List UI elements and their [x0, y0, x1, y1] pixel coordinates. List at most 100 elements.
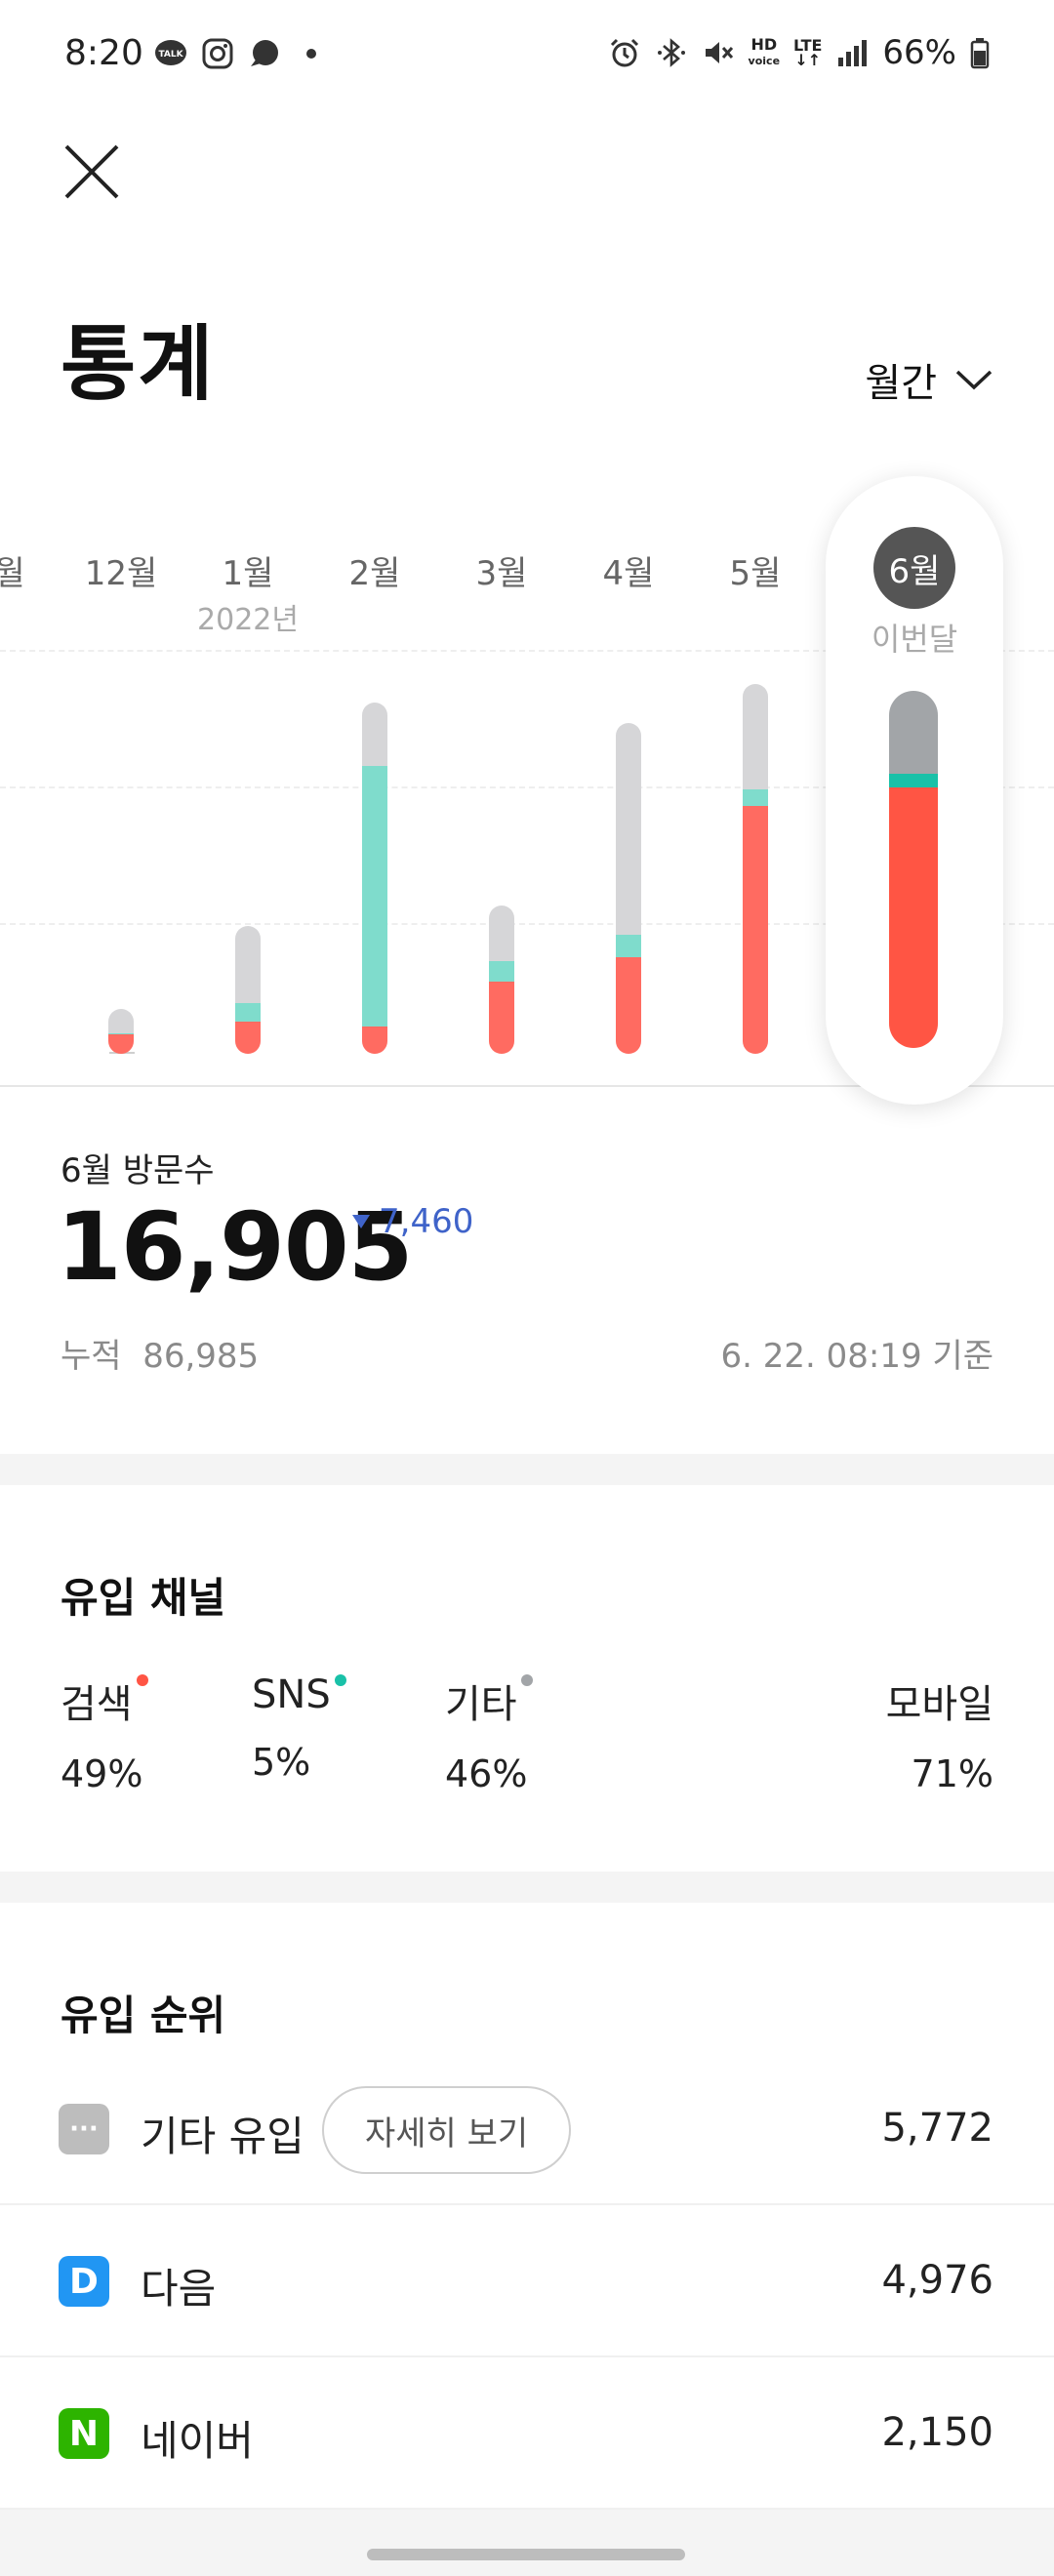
bluetooth-icon	[655, 36, 688, 69]
month-label-5[interactable]: 4월	[603, 546, 655, 594]
cumulative-visits: 누적 86,985	[61, 1329, 259, 1377]
current-month-highlight[interactable]: 6월 이번달	[826, 476, 1003, 1105]
mute-icon	[702, 36, 735, 69]
bar-segment-search	[743, 806, 768, 1054]
bar-4[interactable]	[489, 906, 514, 1054]
bar-segment-search	[616, 956, 641, 1054]
channels-title: 유입 채널	[61, 1574, 226, 1622]
bar-segment-other	[489, 906, 514, 961]
channel-mobile-label: 모바일	[885, 1682, 993, 1727]
as-of-timestamp: 6. 22. 08:19 기준	[720, 1337, 993, 1376]
status-time: 8:20	[64, 33, 143, 73]
ranking-row-other[interactable]: ··· 기타 유입 자세히 보기 5,772	[0, 2053, 1054, 2205]
channel-search-dot	[136, 1674, 148, 1686]
ranking-name: 네이버	[141, 2417, 254, 2465]
period-dropdown[interactable]: 월간	[865, 351, 993, 408]
ranking-value: 2,150	[881, 2410, 993, 2455]
daum-icon: D	[59, 2256, 109, 2307]
talk-badge-text: TALK	[158, 50, 183, 60]
channel-sns-dot	[334, 1674, 346, 1686]
section-divider	[0, 1872, 1054, 1903]
month-label-3[interactable]: 2월	[349, 546, 401, 594]
close-button[interactable]	[62, 142, 121, 201]
bar-segment-sns	[616, 935, 641, 957]
channel-search-value: 49%	[61, 1752, 143, 1795]
month-label-4[interactable]: 3월	[476, 546, 528, 594]
bar-segment-search	[889, 787, 938, 1048]
channel-search: 검색 49%	[61, 1672, 148, 1795]
ranking-title: 유입 순위	[61, 1992, 226, 2039]
bar-5[interactable]	[616, 723, 641, 1054]
status-notification-icons: TALK	[154, 37, 328, 70]
bar-1[interactable]	[108, 1009, 134, 1054]
cumulative-label: 누적	[61, 1337, 122, 1376]
hd-voice-indicator: HD voice	[749, 37, 780, 68]
bar-segment-sns	[235, 1002, 261, 1023]
month-label-0[interactable]: 월	[0, 546, 25, 594]
status-bar: 8:20 TALK HD voice LTE ↓↑ 66%	[0, 0, 1054, 115]
view-details-button[interactable]: 자세히 보기	[322, 2086, 572, 2174]
ranking-name: 다음	[141, 2265, 217, 2313]
ranking-row-daum[interactable]: D 다음 4,976	[0, 2205, 1054, 2357]
bar-segment-other	[743, 684, 768, 790]
channel-other: 기타 46%	[445, 1672, 533, 1795]
section-divider	[0, 1454, 1054, 1485]
ranking-name: 기타 유입	[141, 2113, 304, 2160]
bar-segment-other	[616, 723, 641, 935]
bar-segment-other	[235, 925, 261, 1003]
naver-icon: N	[59, 2408, 109, 2459]
bar-2[interactable]	[235, 925, 261, 1054]
bar-segment-other	[108, 1009, 134, 1033]
battery-icon	[970, 36, 990, 69]
current-month-sub-label: 이번달	[871, 621, 958, 658]
lte-indicator: LTE ↓↑	[793, 36, 823, 69]
bar-segment-search	[362, 1026, 387, 1054]
channel-other-value: 46%	[445, 1752, 528, 1795]
alarm-icon	[608, 36, 641, 69]
visits-caption: 6월 방문수	[61, 1151, 215, 1190]
voice-text: voice	[748, 55, 781, 67]
channel-mobile: 모바일 71%	[886, 1672, 993, 1795]
visits-delta: 7,460	[351, 1202, 473, 1241]
close-icon	[64, 144, 119, 199]
month-label-6[interactable]: 5월	[730, 546, 782, 594]
bar-3[interactable]	[362, 703, 387, 1054]
more-dots-icon: ···	[59, 2104, 109, 2154]
bar-segment-search	[235, 1022, 261, 1054]
battery-percent: 66%	[882, 33, 956, 72]
hd-text: HD	[750, 35, 778, 54]
bar-segment-sns	[489, 960, 514, 983]
channel-search-label: 검색	[61, 1682, 133, 1727]
year-label: 2022년	[197, 603, 299, 637]
channel-mobile-value: 71%	[911, 1752, 993, 1795]
bar-segment-sns	[889, 773, 938, 788]
channel-other-dot	[520, 1674, 533, 1686]
status-system-icons: HD voice LTE ↓↑ 66%	[608, 33, 990, 72]
kakaotalk-icon: TALK	[154, 37, 187, 70]
ranking-value: 5,772	[881, 2106, 993, 2151]
bar-6[interactable]	[743, 684, 768, 1054]
month-label-1[interactable]: 12월	[85, 546, 158, 594]
bar-segment-other	[362, 703, 387, 767]
signal-icon	[835, 36, 869, 69]
channel-sns-value: 5%	[252, 1741, 311, 1784]
cumulative-value: 86,985	[142, 1337, 260, 1376]
bar-segment-sns	[743, 789, 768, 807]
channel-sns-label: SNS	[252, 1672, 331, 1717]
home-indicator[interactable]	[367, 2549, 685, 2560]
monthly-visits-chart: 6월 이번달 월 12월 1월 2월 3월 4월 5월 2022년	[0, 468, 1054, 1105]
down-triangle-icon	[352, 1215, 370, 1228]
bar-segment-other	[889, 690, 938, 774]
bar-current-month[interactable]	[889, 690, 938, 1048]
month-label-2[interactable]: 1월	[223, 546, 274, 594]
ranking-row-naver[interactable]: N 네이버 2,150	[0, 2357, 1054, 2510]
period-dropdown-label: 월간	[865, 361, 937, 406]
bar-segment-search	[489, 982, 514, 1054]
ranking-value: 4,976	[881, 2258, 993, 2303]
visits-delta-value: 7,460	[379, 1202, 474, 1241]
bar-segment-sns	[362, 766, 387, 1026]
more-notifications-dot-icon	[295, 37, 328, 70]
channel-sns: SNS 5%	[252, 1672, 346, 1784]
page-title: 통계	[61, 316, 216, 412]
chat-bubble-icon	[248, 37, 281, 70]
